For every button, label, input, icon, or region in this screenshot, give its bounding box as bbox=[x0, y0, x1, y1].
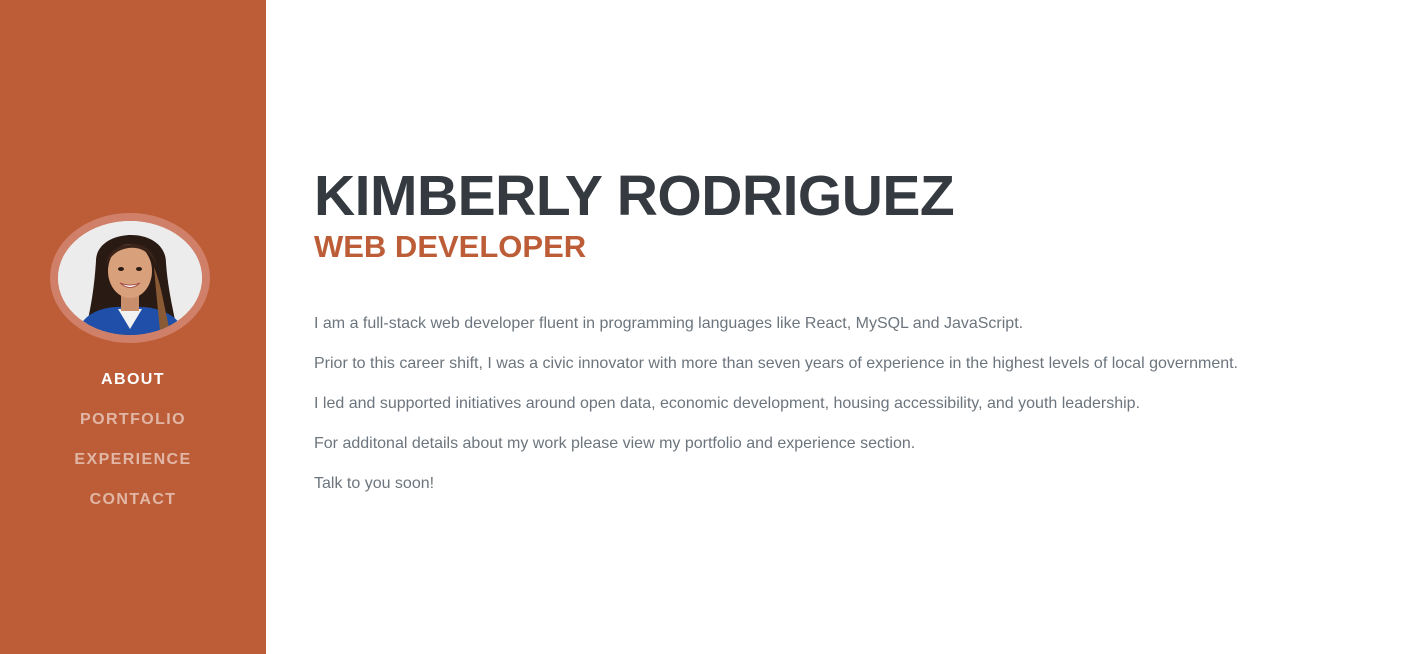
sidebar-nav: ABOUT PORTFOLIO EXPERIENCE CONTACT bbox=[0, 368, 266, 528]
avatar bbox=[58, 221, 202, 335]
nav-link-experience[interactable]: EXPERIENCE bbox=[74, 451, 191, 468]
bio-paragraph: For additonal details about my work plea… bbox=[314, 435, 916, 452]
profile-title: WEB DEVELOPER bbox=[314, 229, 587, 264]
about-section: KIMBERLY RODRIGUEZ WEB DEVELOPER I am a … bbox=[314, 164, 1394, 514]
sidebar: ABOUT PORTFOLIO EXPERIENCE CONTACT bbox=[0, 0, 266, 654]
bio-paragraph: Prior to this career shift, I was a civi… bbox=[314, 355, 1238, 372]
nav-item-experience: EXPERIENCE bbox=[0, 448, 266, 488]
nav-item-portfolio: PORTFOLIO bbox=[0, 408, 266, 448]
nav-link-portfolio[interactable]: PORTFOLIO bbox=[80, 411, 186, 428]
nav-item-about: ABOUT bbox=[0, 368, 266, 408]
avatar-photo bbox=[58, 221, 202, 335]
profile-name: KIMBERLY RODRIGUEZ bbox=[314, 164, 955, 228]
page: ABOUT PORTFOLIO EXPERIENCE CONTACT KIMBE… bbox=[0, 0, 1428, 654]
nav-link-contact[interactable]: CONTACT bbox=[90, 491, 177, 508]
bio-paragraph: I led and supported initiatives around o… bbox=[314, 395, 1141, 412]
avatar-ring bbox=[50, 213, 210, 343]
bio-paragraph: I am a full-stack web developer fluent i… bbox=[314, 315, 1024, 332]
nav-link-about[interactable]: ABOUT bbox=[101, 371, 165, 388]
bio-paragraph: Talk to you soon! bbox=[314, 475, 435, 492]
nav-item-contact: CONTACT bbox=[0, 488, 266, 528]
about-bio: I am a full-stack web developer fluent i… bbox=[314, 314, 1394, 494]
